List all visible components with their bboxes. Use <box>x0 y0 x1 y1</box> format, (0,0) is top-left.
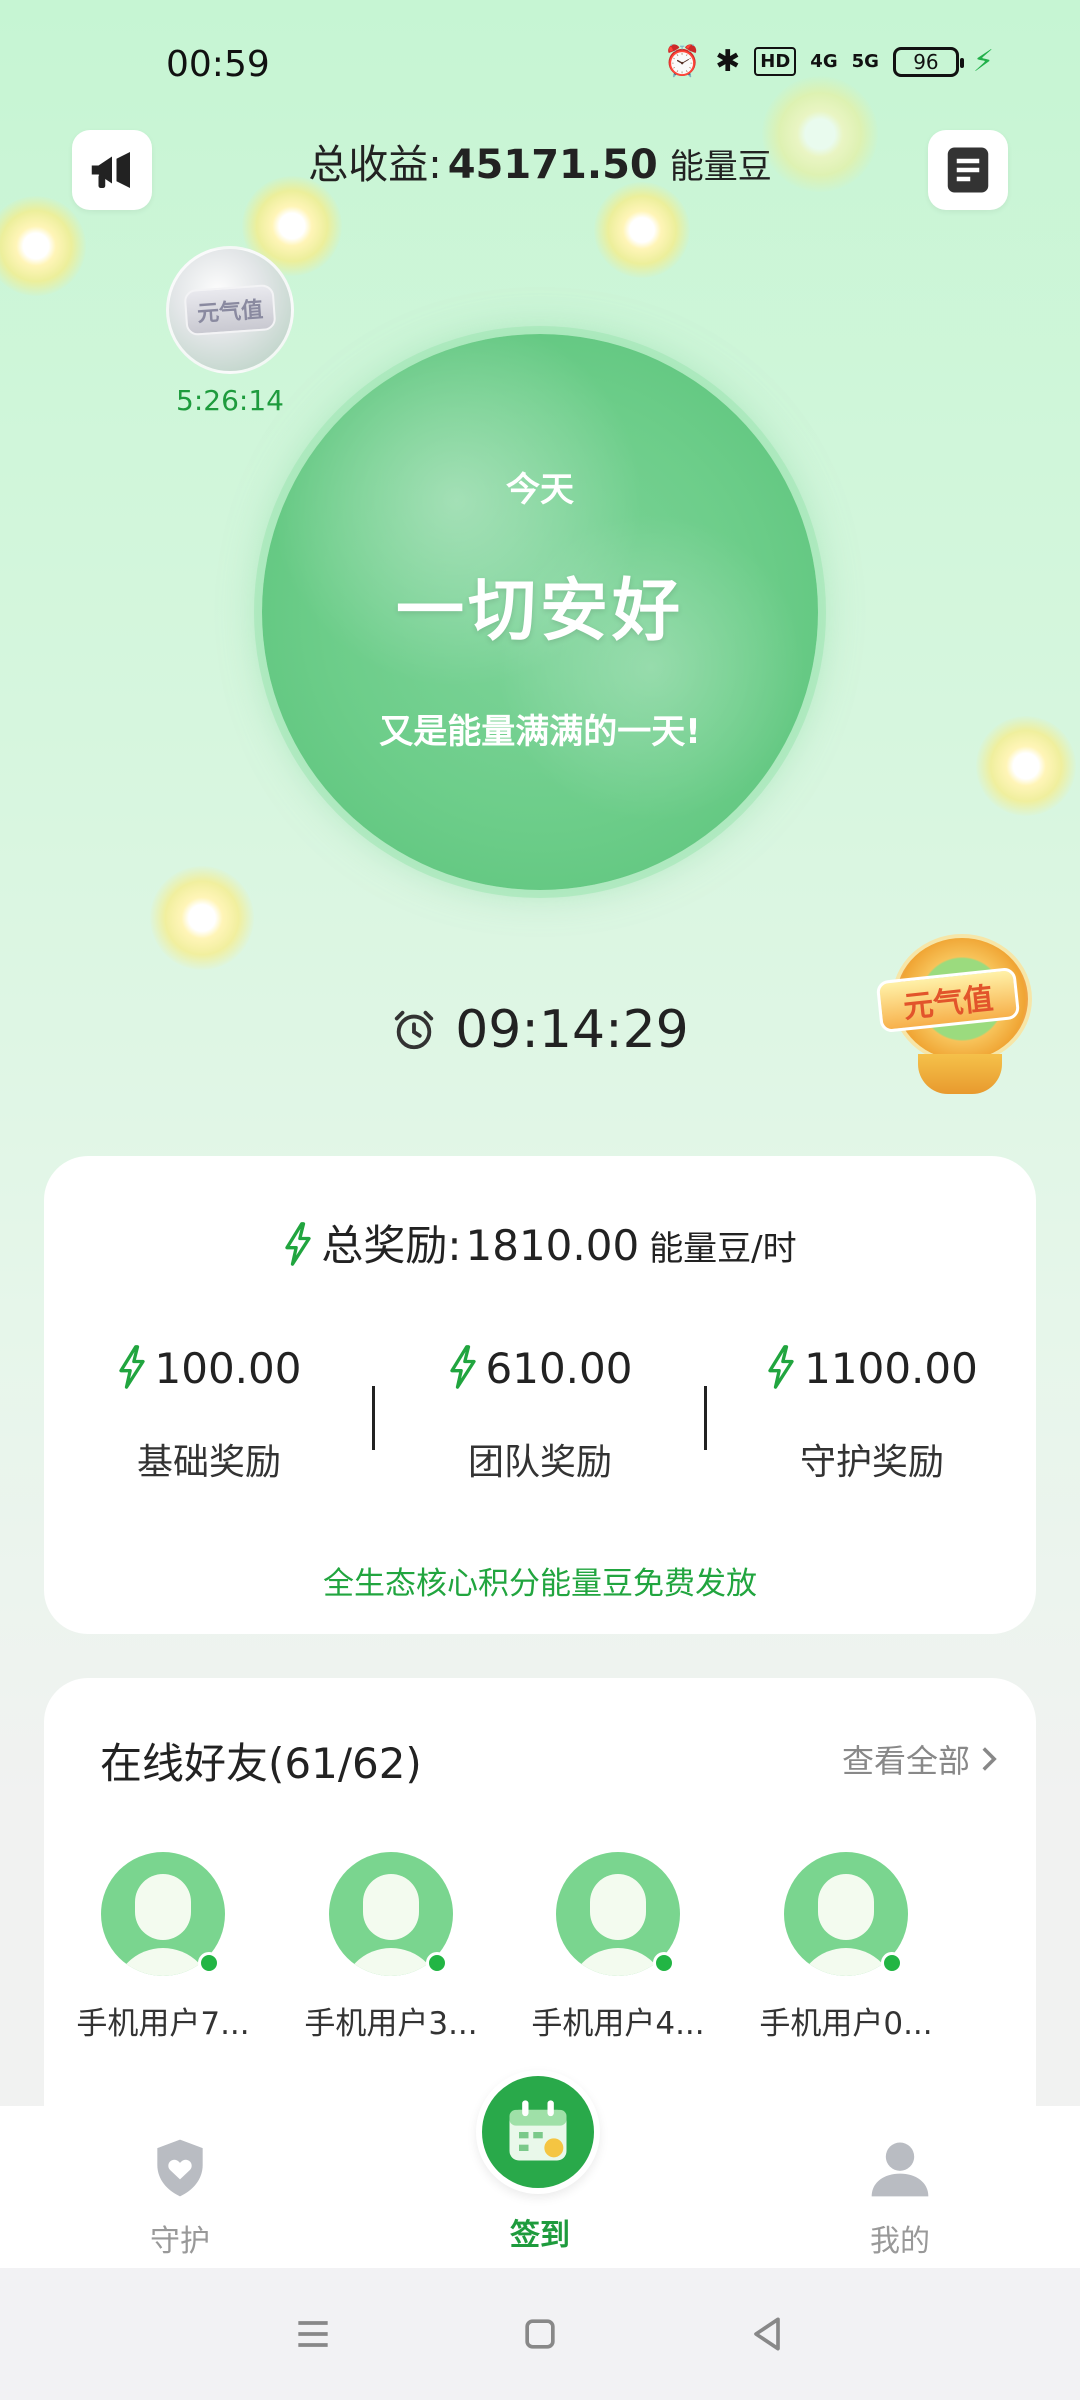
friend-name: 手机用户3... <box>304 2006 478 2042</box>
nav-mine-label: 我的 <box>870 2224 930 2259</box>
user-icon <box>871 2142 929 2197</box>
view-all-label: 查看全部 <box>841 1742 970 1780</box>
vitality-badge-label: 元气值 <box>183 283 277 337</box>
friend-name: 手机用户0... <box>759 2006 933 2042</box>
view-all-link[interactable]: 查看全部 <box>842 1736 998 1782</box>
calendar-check-icon <box>509 2100 567 2161</box>
reward-basic-value: 100.00 <box>154 1344 302 1393</box>
bluetooth-icon: ✱ <box>715 44 741 79</box>
lightning-icon <box>768 1345 794 1389</box>
total-earnings-value: 45171.50 <box>447 142 658 188</box>
reward-total-unit: 能量豆/时 <box>649 1229 797 1269</box>
shield-heart-icon <box>157 2139 203 2197</box>
reward-basic: 100.00 基础奖励 <box>44 1344 374 1485</box>
friends-title: 在线好友(61/62) <box>100 1739 422 1788</box>
hd-voice-icon: HD <box>754 47 797 76</box>
nav-checkin-label: 签到 <box>510 2218 570 2253</box>
charging-icon: ⚡ <box>972 44 994 79</box>
online-indicator <box>881 1952 903 1974</box>
friend-item[interactable]: 手机用户7... <box>58 1852 268 2043</box>
signal-4g-icon: 4G <box>810 51 838 72</box>
energy-orb[interactable] <box>762 76 878 192</box>
total-earnings: 总收益: 45171.50 能量豆 <box>0 132 1080 190</box>
status-headline: 一切安好 <box>395 571 684 651</box>
signal-5g-icon: 5G <box>851 51 879 72</box>
friend-name: 手机用户4... <box>531 2006 705 2042</box>
energy-orb[interactable] <box>976 716 1076 816</box>
alarm-status-icon: ⏰ <box>663 44 702 79</box>
reward-team-value: 610.00 <box>485 1344 633 1393</box>
today-label: 今天 <box>506 469 574 510</box>
menu-icon[interactable] <box>291 2312 335 2356</box>
status-icons: ⏰ ✱ HD 4G 5G 96 ⚡ <box>664 44 994 79</box>
lightning-icon <box>449 1345 476 1389</box>
nav-guard[interactable]: 守护 <box>80 2134 280 2260</box>
status-subtitle: 又是能量满满的一天! <box>379 711 701 752</box>
reward-guard-value: 1100.00 <box>804 1344 978 1393</box>
reward-total-value: 1810.00 <box>465 1221 640 1270</box>
online-indicator <box>653 1952 675 1974</box>
reward-total: 总奖励:1810.00 能量豆/时 <box>44 1212 1036 1273</box>
friend-item[interactable]: 手机用户4... <box>513 1852 723 2043</box>
reward-card: 总奖励:1810.00 能量豆/时 100.00 基础奖励 610.00 团队奖励… <box>44 1156 1036 1634</box>
system-nav-bar <box>0 2268 1080 2400</box>
records-button[interactable] <box>928 130 1008 210</box>
online-indicator <box>198 1952 220 1974</box>
nav-mine[interactable]: 我的 <box>800 2134 1000 2260</box>
status-orb[interactable]: 今天 一切安好 又是能量满满的一天! <box>262 334 818 890</box>
total-earnings-label: 总收益: <box>308 142 442 188</box>
energy-orb[interactable] <box>594 182 690 278</box>
trophy-stand <box>918 1054 1002 1094</box>
reward-guard-label: 守护奖励 <box>799 1442 944 1483</box>
reward-basic-label: 基础奖励 <box>136 1442 281 1483</box>
lightning-icon <box>118 1345 145 1389</box>
reward-team-label: 团队奖励 <box>467 1442 612 1483</box>
nav-guard-label: 守护 <box>150 2224 210 2259</box>
alarm-clock-icon <box>395 1010 434 1050</box>
online-indicator <box>426 1952 448 1974</box>
friend-item[interactable]: 手机用户0... <box>741 1852 951 2043</box>
document-list-icon <box>947 147 989 193</box>
vitality-badge-small[interactable]: 元气值 <box>166 246 294 374</box>
back-icon[interactable] <box>745 2312 789 2356</box>
reward-total-label: 总奖励: <box>321 1221 462 1270</box>
status-time: 00:59 <box>166 44 270 85</box>
total-earnings-unit: 能量豆 <box>669 147 772 187</box>
reward-note: 全生态核心积分能量豆免费发放 <box>323 1566 757 1602</box>
home-icon[interactable] <box>518 2312 562 2356</box>
friend-item[interactable]: 手机用户3... <box>286 1852 496 2043</box>
battery-icon: 96 <box>892 46 964 77</box>
countdown-time: 09:14:29 <box>455 1000 689 1060</box>
chevron-right-icon <box>982 1747 997 1771</box>
vitality-trophy[interactable]: 元气值 <box>872 930 1042 1100</box>
reward-guard: 1100.00 守护奖励 <box>707 1344 1037 1485</box>
reward-team: 610.00 团队奖励 <box>375 1344 705 1485</box>
friend-name: 手机用户7... <box>76 2006 250 2042</box>
energy-orb[interactable] <box>0 196 86 296</box>
lightning-icon <box>285 1222 311 1266</box>
energy-orb[interactable] <box>150 866 254 970</box>
vitality-timer: 5:26:14 <box>176 384 284 417</box>
nav-checkin-button[interactable] <box>476 2070 600 2194</box>
